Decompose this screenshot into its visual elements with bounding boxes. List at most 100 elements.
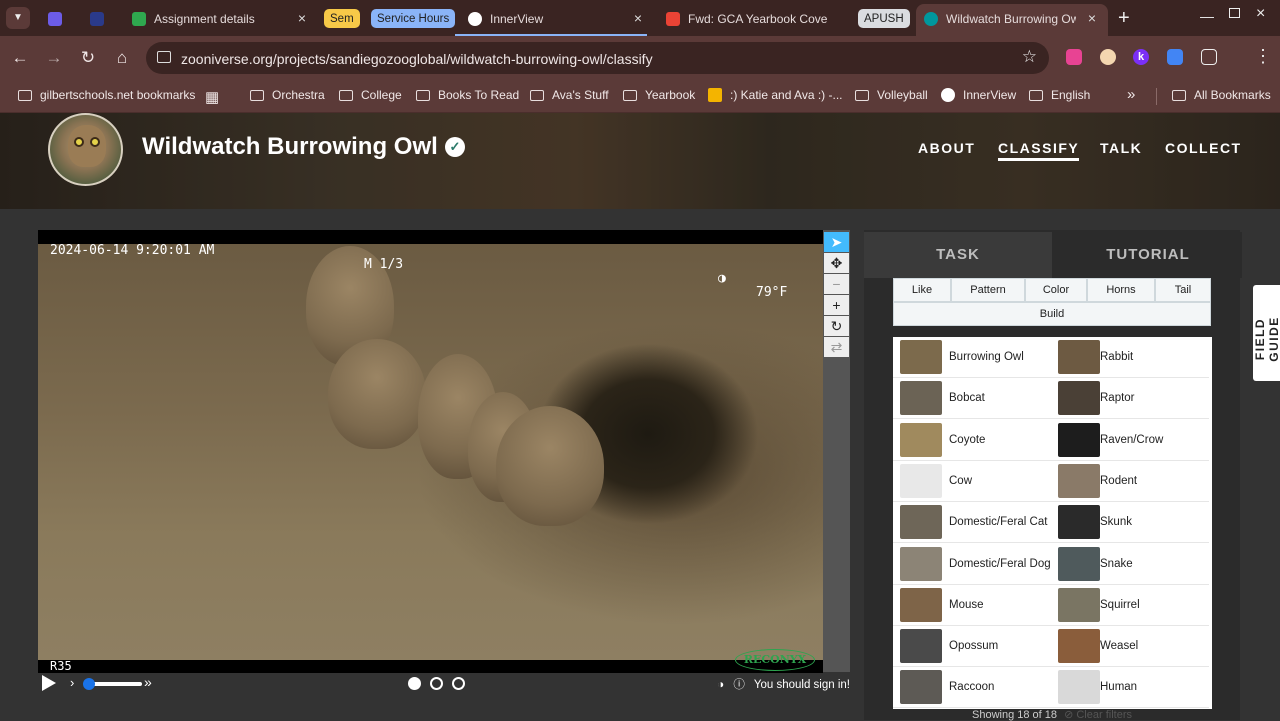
choice-raptor[interactable]: Raptor — [1051, 378, 1209, 420]
tab-group-sem[interactable]: Sem — [324, 9, 360, 28]
choice-domestic-feral-dog[interactable]: Domestic/Feral Dog — [893, 544, 1051, 585]
tab-pinned-1[interactable] — [48, 6, 78, 32]
reload-icon[interactable]: ↻ — [78, 48, 98, 68]
tab-group-apush[interactable]: APUSH — [858, 9, 910, 28]
address-bar[interactable]: zooniverse.org/projects/sandiegozoogloba… — [146, 42, 1049, 74]
folder-icon — [339, 89, 353, 101]
forward-icon[interactable]: → — [44, 48, 64, 68]
choice-burrowing-owl[interactable]: Burrowing Owl — [893, 337, 1051, 378]
fast-icon[interactable]: » — [144, 674, 152, 690]
minimize-icon[interactable]: — — [1200, 8, 1214, 24]
choice-thumbnail — [900, 587, 942, 622]
nav-talk[interactable]: TALK — [1100, 140, 1142, 156]
clear-filters-link[interactable]: ⊘ Clear filters — [1064, 709, 1132, 721]
close-window-icon[interactable]: × — [1256, 5, 1265, 23]
extension-icon[interactable] — [1100, 49, 1116, 65]
menu-kebab-icon[interactable]: ⋮ — [1254, 46, 1272, 67]
tab-pinned-2[interactable] — [90, 6, 120, 32]
tab-group-service-hours[interactable]: Service Hours — [371, 9, 456, 28]
choice-raven-crow[interactable]: Raven/Crow — [1051, 420, 1209, 461]
extension-icon[interactable] — [1066, 49, 1082, 65]
frame-dot-3[interactable] — [452, 677, 465, 690]
all-bookmarks[interactable]: All Bookmarks — [1172, 88, 1271, 102]
info-icon[interactable]: ⓘ — [733, 679, 745, 691]
field-guide-tab[interactable]: FIELD GUIDE — [1253, 285, 1280, 381]
restore-icon[interactable] — [1229, 8, 1240, 18]
nav-collect[interactable]: COLLECT — [1165, 140, 1242, 156]
filter-pattern[interactable]: Pattern — [951, 278, 1025, 302]
bookmark-innerview[interactable]: InnerView — [941, 88, 1016, 102]
bookmark-books-to-read[interactable]: Books To Read — [416, 88, 519, 102]
bookmark-orchestra[interactable]: Orchestra — [250, 88, 325, 102]
project-title[interactable]: Wildwatch Burrowing Owl — [142, 133, 438, 161]
close-tab-icon[interactable]: × — [634, 10, 642, 26]
rotate-icon[interactable]: ↻ — [824, 316, 849, 336]
close-tab-icon[interactable]: × — [1088, 10, 1096, 26]
tab-wildwatch-label[interactable]: Wildwatch Burrowing Owl × — [924, 6, 1102, 32]
reset-icon[interactable]: ⇄ — [824, 337, 849, 357]
choice-domestic-feral-cat[interactable]: Domestic/Feral Cat — [893, 502, 1051, 544]
choice-snake[interactable]: Snake — [1051, 544, 1209, 585]
tab-gmail[interactable]: Fwd: GCA Yearbook Cove — [666, 6, 848, 32]
filter-like[interactable]: Like — [893, 278, 951, 302]
nav-about[interactable]: ABOUT — [918, 140, 975, 156]
choice-bobcat[interactable]: Bobcat — [893, 378, 1051, 420]
site-info-icon[interactable] — [157, 51, 171, 63]
filter-horns[interactable]: Horns — [1087, 278, 1155, 302]
zoom-out-icon[interactable]: − — [824, 274, 849, 294]
move-tool-icon[interactable]: ✥ — [824, 253, 849, 273]
choice-cow[interactable]: Cow — [893, 461, 1051, 502]
choice-label: Weasel — [1100, 640, 1139, 653]
apps-grid-icon[interactable]: ▦ — [205, 88, 219, 106]
contrast-icon[interactable]: ◑ — [717, 679, 724, 691]
bookmark-katie-ava[interactable]: :) Katie and Ava :) -... — [708, 88, 843, 102]
back-icon[interactable]: ← — [10, 48, 30, 68]
subject-image[interactable] — [38, 244, 823, 660]
choice-rabbit[interactable]: Rabbit — [1051, 337, 1209, 378]
owl-figure — [496, 406, 604, 526]
choice-weasel[interactable]: Weasel — [1051, 626, 1209, 668]
tab-tutorial[interactable]: TUTORIAL — [1054, 232, 1242, 278]
choice-squirrel[interactable]: Squirrel — [1051, 585, 1209, 626]
frame-dot-2[interactable] — [430, 677, 443, 690]
close-tab-icon[interactable]: × — [298, 10, 306, 26]
bookmark-english[interactable]: English — [1029, 88, 1090, 102]
filter-color[interactable]: Color — [1025, 278, 1087, 302]
tab-innerview[interactable]: InnerView × — [468, 6, 648, 32]
choice-opossum[interactable]: Opossum — [893, 626, 1051, 668]
choice-skunk[interactable]: Skunk — [1051, 502, 1209, 544]
choice-rodent[interactable]: Rodent — [1051, 461, 1209, 502]
filter-build[interactable]: Build — [893, 302, 1211, 326]
nav-classify[interactable]: CLASSIFY — [998, 140, 1080, 161]
bookmark-gilbertschools[interactable]: gilbertschools.net bookmarks — [18, 88, 195, 102]
choice-mouse[interactable]: Mouse — [893, 585, 1051, 626]
slow-icon[interactable]: › — [70, 675, 74, 690]
zoom-in-icon[interactable]: + — [824, 295, 849, 315]
choice-coyote[interactable]: Coyote — [893, 420, 1051, 461]
filter-tail[interactable]: Tail — [1155, 278, 1211, 302]
choice-raccoon[interactable]: Raccoon — [893, 667, 1051, 709]
choice-thumbnail — [900, 422, 942, 457]
extension-k-icon[interactable]: k — [1133, 49, 1149, 65]
tab-search-button[interactable]: ▼ — [6, 7, 30, 29]
project-avatar[interactable] — [48, 113, 123, 186]
bookmark-avas-stuff[interactable]: Ava's Stuff — [530, 88, 609, 102]
tab-assignment-details[interactable]: Assignment details × — [132, 6, 312, 32]
play-icon[interactable] — [42, 675, 56, 691]
bookmarks-overflow-icon[interactable]: » — [1127, 86, 1135, 103]
speed-slider-handle[interactable] — [83, 678, 95, 690]
new-tab-button[interactable]: + — [1118, 7, 1130, 30]
home-icon[interactable]: ⌂ — [112, 48, 132, 68]
choice-human[interactable]: Human — [1051, 667, 1209, 709]
tab-task[interactable]: TASK — [864, 232, 1052, 278]
frame-dot-1[interactable] — [408, 677, 421, 690]
owl-eye — [74, 137, 84, 147]
bookmark-college[interactable]: College — [339, 88, 402, 102]
subject-viewer[interactable]: 2024-06-14 9:20:01 AM M 1/3 ◑ 79°F R35 R… — [38, 230, 823, 673]
pointer-tool-icon[interactable]: ➤ — [824, 232, 849, 252]
extension-icon[interactable] — [1167, 49, 1183, 65]
extensions-puzzle-icon[interactable] — [1201, 49, 1217, 65]
bookmark-volleyball[interactable]: Volleyball — [855, 88, 928, 102]
bookmark-star-icon[interactable]: ☆ — [1022, 47, 1037, 67]
bookmark-yearbook[interactable]: Yearbook — [623, 88, 695, 102]
